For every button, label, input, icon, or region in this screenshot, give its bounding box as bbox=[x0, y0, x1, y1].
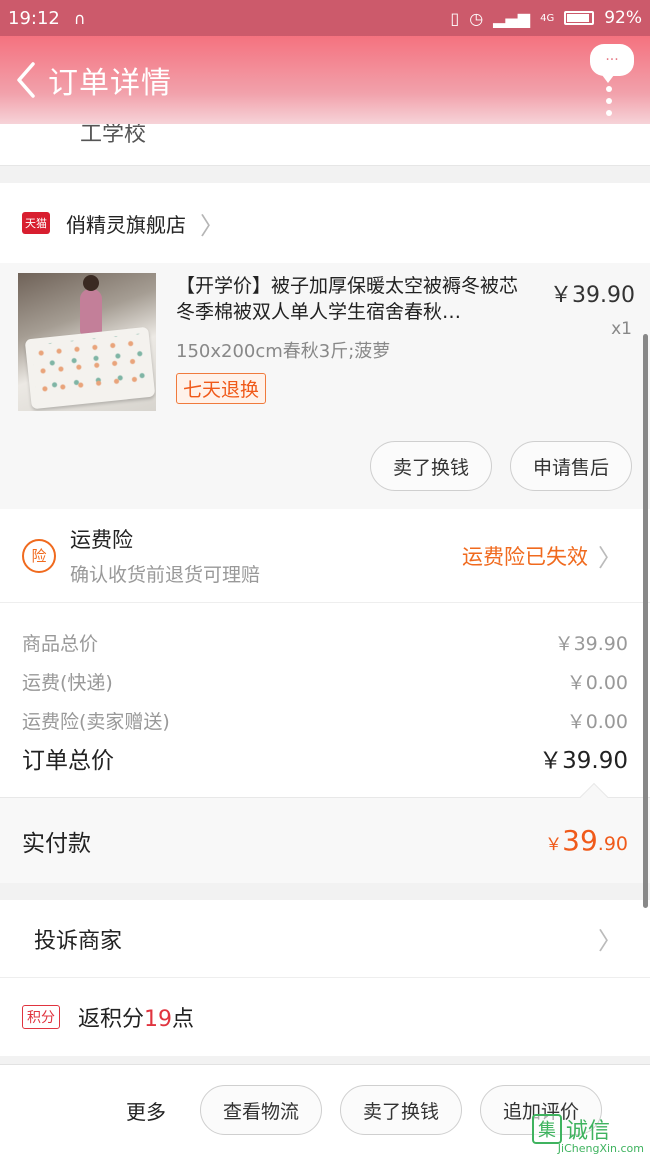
resell-button[interactable]: 卖了换钱 bbox=[340, 1085, 463, 1135]
status-bar: 19:12 ∩ ▯ ◷ ▂▄▆ 4G 92% bbox=[0, 0, 650, 36]
price-label: 商品总价 bbox=[22, 633, 99, 655]
item-price-col: ￥39.90 x1 bbox=[550, 273, 650, 411]
item-actions: 卖了换钱 申请售后 bbox=[0, 441, 650, 491]
headset-icon: ∩ bbox=[73, 8, 86, 28]
watermark-url: JiChengXin.com bbox=[557, 1142, 644, 1155]
actual-paid-value: ￥39.90 bbox=[545, 824, 628, 857]
order-total: 订单总价 ￥39.90 bbox=[22, 746, 628, 786]
product-sku: 150x200cm春秋3斤;菠萝 bbox=[176, 341, 391, 362]
order-total-label: 订单总价 bbox=[22, 748, 114, 774]
return-policy-tag: 七天退换 bbox=[176, 373, 267, 404]
more-button[interactable]: 更多 bbox=[126, 1096, 166, 1125]
actual-paid-label: 实付款 bbox=[22, 830, 91, 857]
scrollbar[interactable] bbox=[643, 334, 648, 908]
insurance-title: 运费险 bbox=[70, 528, 133, 552]
shipping-insurance-row[interactable]: 险 运费险 确认收货前退货可理赔 运费险已失效 〉 bbox=[0, 509, 650, 603]
resell-button[interactable]: 卖了换钱 bbox=[369, 441, 492, 491]
vibrate-icon: ▯ bbox=[450, 8, 460, 28]
points-text: 返积分19点 bbox=[78, 1001, 194, 1033]
actual-paid-row: 实付款 ￥39.90 bbox=[0, 782, 650, 883]
shop-row[interactable]: 天猫 俏精灵旗舰店 〉 bbox=[0, 183, 650, 263]
more-menu-icon[interactable] bbox=[606, 86, 612, 116]
status-time: 19:12 bbox=[8, 7, 60, 29]
price-line-goods: 商品总价 ￥39.90 bbox=[22, 629, 628, 668]
item-info: 【开学价】被子加厚保暖太空被褥冬被芯冬季棉被双人单人学生宿舍春秋… 150x20… bbox=[156, 273, 550, 411]
points-prefix: 返积分 bbox=[78, 1007, 145, 1032]
price-value: ￥0.00 bbox=[566, 711, 628, 733]
alarm-icon: ◷ bbox=[469, 8, 484, 28]
section-gap bbox=[0, 883, 650, 900]
order-item[interactable]: 【开学价】被子加厚保暖太空被褥冬被芯冬季棉被双人单人学生宿舍春秋… 150x20… bbox=[0, 263, 650, 509]
nav-bar: 订单详情 ··· bbox=[0, 36, 650, 124]
insurance-status: 运费险已失效 bbox=[462, 544, 588, 569]
site-watermark: 集 诚信 JiChengXin.com bbox=[532, 1102, 650, 1155]
price-label: 运费险(卖家赠送) bbox=[22, 711, 170, 733]
complain-seller-row[interactable]: 投诉商家 〉 bbox=[0, 900, 650, 978]
amount-decimal: .90 bbox=[597, 833, 628, 855]
shop-name: 俏精灵旗舰店 bbox=[66, 212, 186, 237]
points-number: 19 bbox=[144, 1007, 173, 1032]
view-logistics-button[interactable]: 查看物流 bbox=[200, 1085, 323, 1135]
tmall-icon: 天猫 bbox=[22, 212, 50, 234]
signal-icon: ▂▄▆ bbox=[493, 8, 531, 28]
complain-label: 投诉商家 bbox=[34, 928, 123, 954]
price-line-shipping: 运费(快递) ￥0.00 bbox=[22, 668, 628, 707]
currency-symbol: ￥ bbox=[545, 835, 563, 855]
battery-icon bbox=[564, 11, 595, 25]
insurance-icon: 险 bbox=[22, 538, 56, 573]
price-summary: 商品总价 ￥39.90 运费(快递) ￥0.00 运费险(卖家赠送) ￥0.00… bbox=[0, 603, 650, 797]
message-bubble-icon[interactable]: ··· bbox=[590, 44, 634, 83]
after-sales-button[interactable]: 申请售后 bbox=[509, 441, 632, 491]
product-title[interactable]: 【开学价】被子加厚保暖太空被褥冬被芯冬季棉被双人单人学生宿舍春秋… bbox=[176, 273, 536, 325]
product-thumbnail[interactable] bbox=[18, 273, 156, 411]
points-suffix: 点 bbox=[172, 1007, 195, 1032]
order-detail-content[interactable]: 工学校 天猫 俏精灵旗舰店 〉 【开学价】被子加厚保暖太空被褥冬被芯冬季棉被双人… bbox=[0, 124, 650, 1064]
price-value: ￥39.90 bbox=[554, 633, 628, 655]
chevron-right-icon: 〉 bbox=[598, 927, 622, 955]
item-top: 【开学价】被子加厚保暖太空被褥冬被芯冬季棉被双人单人学生宿舍春秋… 150x20… bbox=[0, 273, 650, 411]
points-row: 积分 返积分19点 bbox=[0, 978, 650, 1056]
address-section: 工学校 bbox=[0, 124, 650, 166]
back-arrow-icon[interactable] bbox=[4, 36, 48, 124]
watermark-text: 诚信 bbox=[566, 1118, 611, 1144]
page-title: 订单详情 bbox=[48, 66, 172, 101]
product-model-figure bbox=[80, 275, 102, 335]
insurance-subtitle: 确认收货前退货可理赔 bbox=[70, 564, 261, 586]
chevron-right-icon: 〉 bbox=[200, 211, 224, 240]
points-badge: 积分 bbox=[22, 1005, 60, 1029]
price-label: 运费(快递) bbox=[22, 672, 113, 694]
watermark-logo-icon: 集 bbox=[532, 1113, 562, 1144]
price-line-insurance: 运费险(卖家赠送) ￥0.00 bbox=[22, 707, 628, 746]
quilt-figure bbox=[24, 326, 156, 410]
network-type: 4G bbox=[540, 12, 555, 24]
address-text: 工学校 bbox=[80, 124, 147, 147]
insurance-text: 运费险 确认收货前退货可理赔 bbox=[70, 524, 462, 587]
product-quantity: x1 bbox=[611, 319, 632, 339]
price-value: ￥0.00 bbox=[566, 672, 628, 694]
product-price: ￥39.90 bbox=[550, 283, 635, 308]
chevron-right-icon: 〉 bbox=[598, 544, 622, 572]
status-left: 19:12 ∩ bbox=[8, 8, 86, 29]
battery-level: 92% bbox=[604, 8, 642, 28]
section-gap bbox=[0, 166, 650, 183]
order-total-value: ￥39.90 bbox=[539, 748, 628, 774]
amount-integer: 39 bbox=[562, 824, 598, 857]
status-right: ▯ ◷ ▂▄▆ 4G 92% bbox=[450, 8, 642, 28]
